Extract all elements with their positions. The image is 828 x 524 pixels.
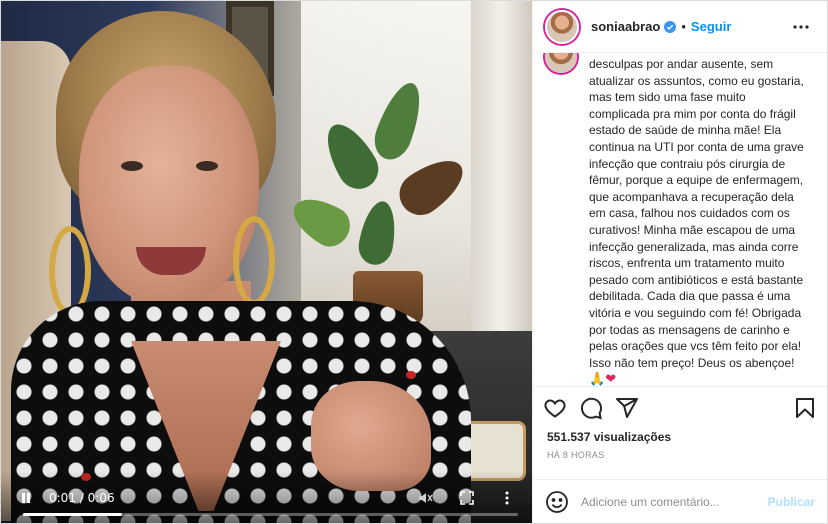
follow-button[interactable]: Seguir [691,19,731,34]
comment-input[interactable] [581,494,768,509]
bookmark-icon[interactable] [793,396,817,420]
post-side-panel: soniaabrao • Seguir desculpas por andar … [532,1,827,523]
video-player[interactable]: 0:01 / 0:06 [1,1,532,523]
caption-line: pelas orações que vcs têm feito por ela! [589,339,802,354]
woman-subject [11,11,471,523]
caption-line: mas tem sido uma fase muito [589,90,746,105]
pray-emoji: 🙏 [589,371,606,386]
right-earring [233,216,275,306]
caption-line: riscos, enfrenta um tratamento muito [589,256,785,271]
vertical-dots-icon[interactable] [496,487,518,509]
duration: 0:06 [87,491,115,505]
right-eye [196,161,218,171]
caption-line: infecção que contraiu pós cirurgia de [589,156,786,171]
caption-line: infecção generalizada, mas ainda corre [589,239,799,254]
more-options-icon[interactable] [789,15,813,39]
caption-line: curativos! Minha mãe escapou de uma [589,222,796,237]
publish-button[interactable]: Publicar [768,495,815,509]
caption-area: desculpas por andar ausente, sem atualiza… [533,53,827,386]
avatar[interactable] [545,9,579,44]
caption-line: Isso não tem preço! Deus os abençoe! [589,355,795,370]
header-separator: • [681,19,686,34]
caption-emojis: 🙏❤ [589,371,813,386]
verified-badge-icon [664,20,677,33]
current-time: 0:01 [49,491,76,505]
instagram-post: 0:01 / 0:06 soniaabrao • Seguir desculpa… [0,0,828,524]
caption-line: complicada pra mim por conta do frágil [589,106,796,121]
fullscreen-icon[interactable] [456,487,478,509]
comment-composer: Publicar [533,479,827,523]
caption-line: estado de saúde de minha mãe! Ela [589,123,782,138]
video-time: 0:01 / 0:06 [49,491,115,505]
nail [406,371,416,379]
view-count[interactable]: 551.537 visualizações [533,428,827,446]
smile-icon[interactable] [545,490,569,514]
background-curtain [471,1,532,381]
heart-icon[interactable] [543,396,567,420]
caption-line: desculpas por andar ausente, sem [589,57,774,71]
caption-line: que acompanhava a recuperação dela [589,189,794,204]
caption-line: continua na UTI por conta de uma grave [589,139,804,154]
caption-line: vitória e vou seguindo com fé! Obrigada [589,305,802,320]
video-progress-bar[interactable] [23,513,518,516]
action-bar [533,386,827,428]
video-controls: 0:01 / 0:06 [1,471,532,523]
username-link[interactable]: soniaabrao [591,19,660,34]
video-progress-fill [23,513,122,516]
share-icon[interactable] [615,396,639,420]
caption-line: atualizar os assuntos, como eu gostaria, [589,73,804,88]
time-separator: / [75,491,88,505]
post-header: soniaabrao • Seguir [533,1,827,53]
left-eye [121,161,143,171]
muted-speaker-icon[interactable] [414,487,436,509]
caption-avatar[interactable] [545,53,577,73]
heart-emoji: ❤ [605,371,617,386]
caption-line: em casa, falhou nos cuidados com os [589,206,790,221]
caption-line: por todas as mensagens de carinho e [589,322,790,337]
post-timestamp[interactable]: HÁ 8 HORAS [533,450,827,464]
caption-line: fêmur, porque a equipe de enfermagem, [589,173,804,188]
pause-icon[interactable] [15,487,37,509]
caption-line: debilitada. Cada dia que passa é uma [589,289,791,304]
comment-icon[interactable] [579,396,603,420]
video-controls-row: 0:01 / 0:06 [15,487,518,509]
caption-text: desculpas por andar ausente, sem atualiza… [589,56,813,386]
caption-line: pesado com antibióticos e está bastante [589,272,804,287]
video-frame [1,1,532,523]
